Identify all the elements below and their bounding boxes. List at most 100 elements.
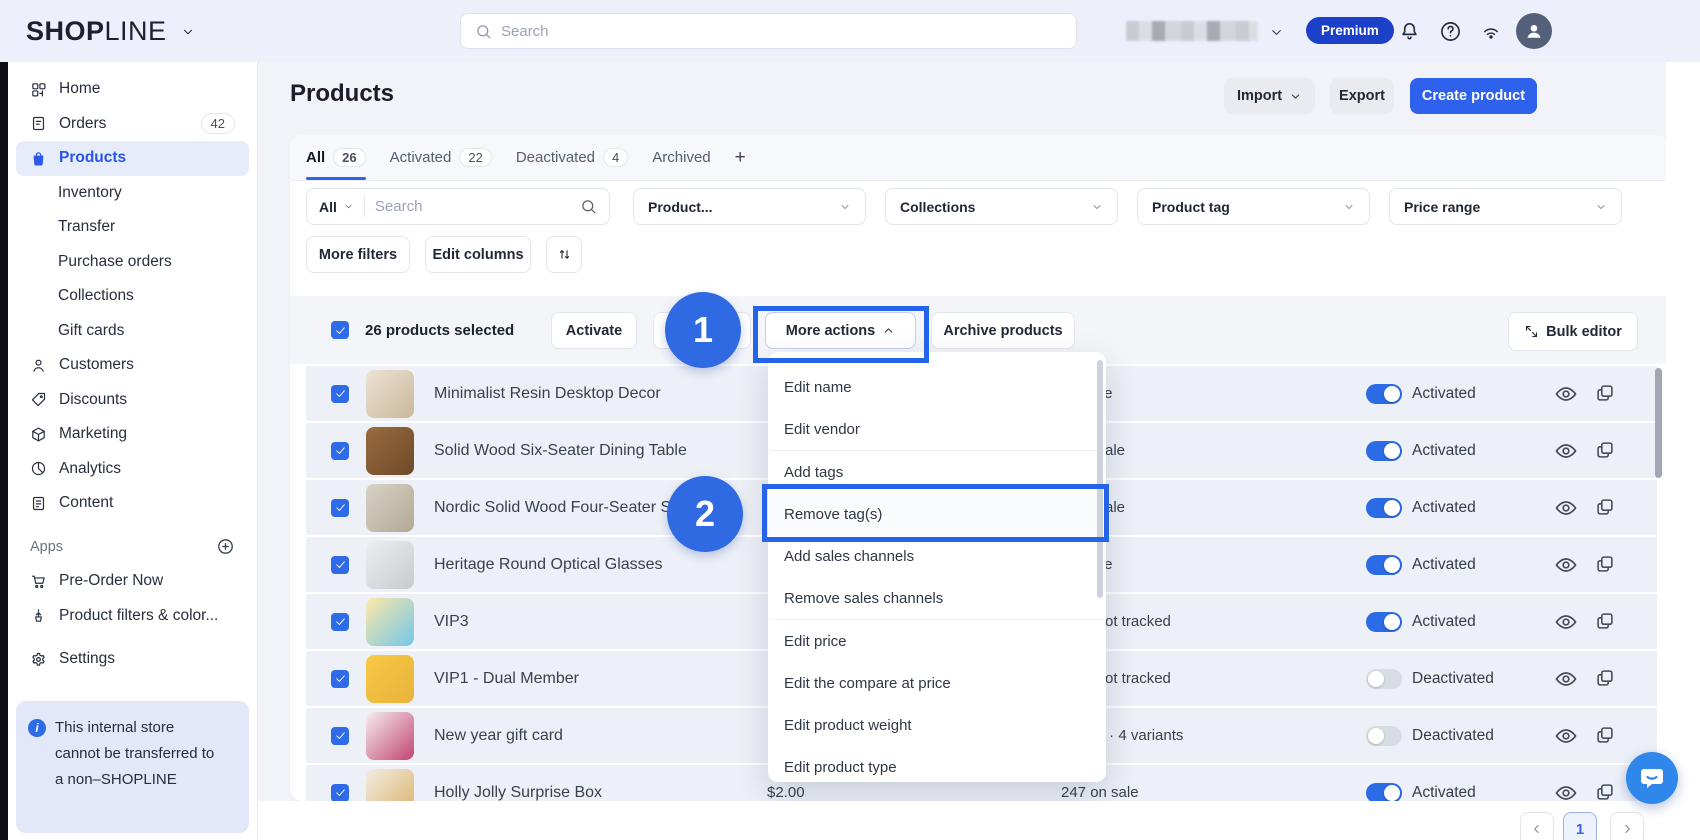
more-filters-button[interactable]: More filters	[306, 236, 410, 273]
select-all-checkbox[interactable]	[331, 321, 349, 339]
status-toggle[interactable]	[1366, 384, 1402, 404]
sidebar-item-gift-cards[interactable]: Gift cards	[16, 314, 249, 349]
status-tab[interactable]: Activated 22	[390, 135, 492, 180]
sidebar-item-customers[interactable]: Customers	[16, 348, 249, 383]
filter-dropdown[interactable]: Price range	[1389, 188, 1622, 225]
sidebar-item-transfer[interactable]: Transfer	[16, 210, 249, 245]
product-name[interactable]: New year gift card	[434, 708, 563, 763]
sidebar-item-settings[interactable]: Settings	[16, 642, 249, 677]
filter-dropdown[interactable]: Product...	[633, 188, 866, 225]
sidebar-item-discounts[interactable]: Discounts	[16, 383, 249, 418]
sidebar-item-home[interactable]: Home	[16, 72, 249, 107]
status-tab[interactable]: +	[735, 135, 746, 180]
sidebar-item-product-filters[interactable]: Product filters & color...	[16, 599, 249, 634]
product-name[interactable]: Solid Wood Six-Seater Dining Table	[434, 423, 687, 478]
activate-button[interactable]: Activate	[551, 312, 637, 349]
global-search-input[interactable]: Search	[460, 13, 1077, 49]
product-name[interactable]: VIP1 - Dual Member	[434, 651, 579, 706]
import-button[interactable]: Import	[1224, 78, 1315, 114]
sidebar-item-orders[interactable]: Orders 42	[16, 107, 249, 142]
preview-eye-icon[interactable]	[1554, 439, 1578, 463]
status-toggle[interactable]	[1366, 669, 1402, 689]
duplicate-icon[interactable]	[1594, 667, 1616, 689]
menu-scrollbar[interactable]	[1097, 360, 1103, 598]
status-toggle[interactable]	[1366, 726, 1402, 746]
pagination-prev-button[interactable]	[1520, 812, 1554, 840]
export-button[interactable]: Export	[1330, 78, 1394, 114]
page-scrollbar[interactable]	[1655, 368, 1662, 478]
pagination-current-page[interactable]: 1	[1563, 812, 1597, 840]
sidebar-item-preorder-now[interactable]: Pre-Order Now	[16, 564, 249, 599]
duplicate-icon[interactable]	[1594, 496, 1616, 518]
preview-eye-icon[interactable]	[1554, 496, 1578, 520]
row-checkbox[interactable]	[331, 727, 349, 745]
duplicate-icon[interactable]	[1594, 439, 1616, 461]
search-scope-select[interactable]: All	[319, 199, 354, 215]
product-name[interactable]: Heritage Round Optical Glasses	[434, 537, 663, 592]
preview-eye-icon[interactable]	[1554, 724, 1578, 748]
status-toggle[interactable]	[1366, 441, 1402, 461]
menu-item[interactable]: Edit name	[768, 366, 1106, 408]
status-tab[interactable]: All 26	[306, 135, 366, 180]
status-toggle[interactable]	[1366, 555, 1402, 575]
status-toggle[interactable]	[1366, 783, 1402, 803]
shopline-logo[interactable]: SHOPLINE	[26, 16, 195, 47]
status-toggle[interactable]	[1366, 612, 1402, 632]
menu-item[interactable]: Edit vendor	[768, 408, 1106, 450]
menu-item[interactable]: Edit product weight	[768, 704, 1106, 746]
store-chevron-down-icon[interactable]	[1269, 25, 1284, 40]
sidebar-item-products[interactable]: Products	[16, 141, 249, 176]
preview-eye-icon[interactable]	[1554, 553, 1578, 577]
sort-button[interactable]	[546, 236, 582, 273]
sidebar-item-analytics[interactable]: Analytics	[16, 452, 249, 487]
preview-eye-icon[interactable]	[1554, 667, 1578, 691]
help-icon[interactable]	[1439, 20, 1462, 43]
premium-badge[interactable]: Premium	[1306, 17, 1394, 44]
menu-item[interactable]: Add tags	[768, 451, 1106, 493]
product-name[interactable]: VIP3	[434, 594, 469, 649]
duplicate-icon[interactable]	[1594, 382, 1616, 404]
duplicate-icon[interactable]	[1594, 610, 1616, 632]
sidebar-item-marketing[interactable]: Marketing	[16, 417, 249, 452]
notifications-bell-icon[interactable]	[1398, 20, 1421, 43]
status-tab[interactable]: Deactivated 4	[516, 135, 628, 180]
filter-dropdown[interactable]: Collections	[885, 188, 1118, 225]
more-actions-button[interactable]: More actions	[765, 312, 916, 349]
preview-eye-icon[interactable]	[1554, 610, 1578, 634]
row-checkbox[interactable]	[331, 556, 349, 574]
product-name[interactable]: Nordic Solid Wood Four-Seater S	[434, 480, 671, 535]
support-chat-button[interactable]	[1626, 752, 1678, 804]
menu-item[interactable]: Remove tag(s)	[768, 493, 1106, 535]
status-tab[interactable]: Archived	[652, 135, 710, 180]
create-product-button[interactable]: Create product	[1410, 78, 1537, 114]
duplicate-icon[interactable]	[1594, 553, 1616, 575]
duplicate-icon[interactable]	[1594, 781, 1616, 803]
row-checkbox[interactable]	[331, 784, 349, 802]
sidebar-item-collections[interactable]: Collections	[16, 279, 249, 314]
pagination-next-button[interactable]	[1610, 812, 1644, 840]
wifi-icon[interactable]	[1480, 22, 1502, 42]
row-checkbox[interactable]	[331, 442, 349, 460]
duplicate-icon[interactable]	[1594, 724, 1616, 746]
edit-columns-button[interactable]: Edit columns	[425, 236, 531, 273]
menu-item[interactable]: Edit the compare at price	[768, 662, 1106, 704]
product-name[interactable]: Minimalist Resin Desktop Decor	[434, 366, 661, 421]
sidebar-item-purchase-orders[interactable]: Purchase orders	[16, 245, 249, 280]
preview-eye-icon[interactable]	[1554, 382, 1578, 406]
product-search-filter[interactable]: All Search	[306, 188, 610, 225]
menu-item[interactable]: Edit product type	[768, 746, 1106, 782]
filter-dropdown[interactable]: Product tag	[1137, 188, 1370, 225]
status-toggle[interactable]	[1366, 498, 1402, 518]
menu-item[interactable]: Remove sales channels	[768, 577, 1106, 619]
avatar[interactable]	[1516, 13, 1552, 49]
row-checkbox[interactable]	[331, 613, 349, 631]
menu-item[interactable]: Add sales channels	[768, 535, 1106, 577]
sidebar-item-content[interactable]: Content	[16, 486, 249, 521]
menu-item[interactable]: Edit price	[768, 620, 1106, 662]
row-checkbox[interactable]	[331, 499, 349, 517]
bulk-editor-button[interactable]: Bulk editor	[1508, 312, 1638, 351]
add-app-button[interactable]	[216, 537, 235, 556]
archive-products-button[interactable]: Archive products	[931, 312, 1075, 349]
sidebar-item-inventory[interactable]: Inventory	[16, 176, 249, 211]
store-name-redacted[interactable]	[1126, 21, 1258, 41]
